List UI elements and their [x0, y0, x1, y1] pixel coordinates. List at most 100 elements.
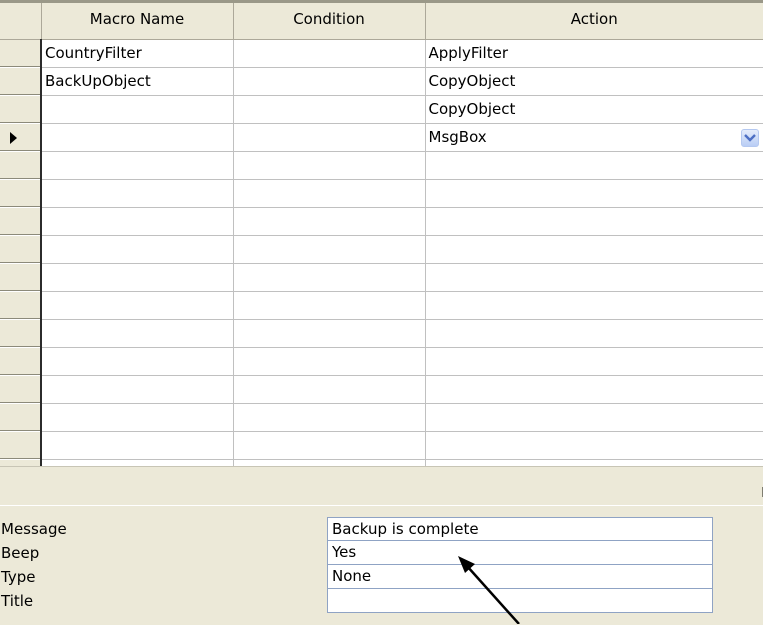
macro-table: Macro Name Condition Action CountryFilte…	[0, 0, 763, 466]
condition-cell[interactable]	[232, 95, 425, 124]
table-row[interactable]: MsgBox	[0, 123, 763, 152]
argument-row-message: Message Backup is complete	[0, 517, 763, 541]
table-row[interactable]: BackUpObject CopyObject	[0, 67, 763, 96]
action-cell[interactable]	[424, 347, 763, 376]
type-field[interactable]: None	[327, 565, 713, 589]
action-cell[interactable]	[424, 151, 763, 180]
argument-label: Message	[1, 520, 67, 538]
beep-field[interactable]: Yes	[327, 541, 713, 565]
table-row[interactable]	[0, 347, 763, 376]
action-value: CopyObject	[428, 100, 516, 118]
column-header-condition[interactable]: Condition	[232, 0, 425, 40]
message-field[interactable]: Backup is complete	[327, 517, 713, 541]
condition-cell[interactable]	[232, 207, 425, 236]
macro-name-cell[interactable]	[40, 263, 233, 292]
condition-cell[interactable]	[232, 123, 425, 152]
row-selector[interactable]	[0, 151, 42, 180]
condition-cell[interactable]	[232, 179, 425, 208]
macro-name-cell[interactable]	[40, 347, 233, 376]
table-row[interactable]	[0, 179, 763, 208]
table-row[interactable]	[0, 319, 763, 348]
row-selector[interactable]	[0, 263, 42, 292]
condition-cell[interactable]	[232, 431, 425, 460]
column-header-macro-name[interactable]: Macro Name	[40, 0, 233, 40]
row-selector[interactable]	[0, 207, 42, 236]
macro-name-cell[interactable]: BackUpObject	[40, 67, 233, 96]
macro-name-cell[interactable]	[40, 319, 233, 348]
action-cell[interactable]	[424, 431, 763, 460]
action-cell[interactable]: CopyObject	[424, 67, 763, 96]
macro-name-cell[interactable]	[40, 375, 233, 404]
column-header-action[interactable]: Action	[424, 0, 763, 40]
macro-name-cell[interactable]	[40, 431, 233, 460]
chevron-down-icon	[744, 134, 756, 142]
macro-name-cell[interactable]	[40, 235, 233, 264]
row-selector[interactable]	[0, 67, 42, 96]
row-selector[interactable]	[0, 179, 42, 208]
argument-row-beep: Beep Yes	[0, 541, 763, 565]
row-selector[interactable]	[0, 95, 42, 124]
row-selector[interactable]	[0, 39, 42, 68]
action-cell[interactable]	[424, 179, 763, 208]
row-selector[interactable]	[0, 347, 42, 376]
row-selector[interactable]	[0, 123, 42, 152]
row-selector[interactable]	[0, 291, 42, 320]
condition-cell[interactable]	[232, 235, 425, 264]
corner-selector[interactable]	[0, 0, 41, 40]
title-field[interactable]	[327, 589, 713, 613]
row-selector[interactable]	[0, 431, 42, 460]
macro-name-cell[interactable]	[40, 179, 233, 208]
action-cell[interactable]: MsgBox	[424, 123, 763, 152]
table-row[interactable]: CopyObject	[0, 95, 763, 124]
row-selector[interactable]	[0, 403, 42, 432]
table-row[interactable]	[0, 403, 763, 432]
table-row[interactable]	[0, 263, 763, 292]
action-arguments-pane: Message Backup is complete Beep Yes Type…	[0, 505, 763, 625]
argument-label: Title	[1, 592, 34, 610]
condition-cell[interactable]	[232, 39, 425, 68]
action-cell[interactable]	[424, 263, 763, 292]
macro-name-cell[interactable]	[40, 207, 233, 236]
row-selector[interactable]	[0, 375, 42, 404]
table-row[interactable]	[0, 431, 763, 460]
action-dropdown-button[interactable]	[741, 129, 759, 147]
macro-name-cell[interactable]: CountryFilter	[40, 39, 233, 68]
action-cell[interactable]	[424, 375, 763, 404]
macro-name-cell[interactable]	[40, 123, 233, 152]
condition-cell[interactable]	[232, 151, 425, 180]
action-cell[interactable]	[424, 319, 763, 348]
condition-cell[interactable]	[232, 67, 425, 96]
action-cell[interactable]	[424, 235, 763, 264]
pane-divider[interactable]	[0, 466, 763, 505]
action-cell[interactable]	[424, 403, 763, 432]
table-row[interactable]	[0, 151, 763, 180]
action-value: CopyObject	[428, 72, 516, 90]
table-row[interactable]	[0, 375, 763, 404]
table-row[interactable]	[0, 291, 763, 320]
macro-name-cell[interactable]	[40, 151, 233, 180]
macro-name-cell[interactable]	[40, 291, 233, 320]
condition-cell[interactable]	[232, 403, 425, 432]
action-cell[interactable]: CopyObject	[424, 95, 763, 124]
condition-cell[interactable]	[232, 375, 425, 404]
row-selector[interactable]	[0, 319, 42, 348]
action-cell[interactable]	[424, 207, 763, 236]
argument-row-title: Title	[0, 589, 763, 613]
macro-design-grid: Macro Name Condition Action CountryFilte…	[0, 0, 763, 466]
action-cell[interactable]	[424, 291, 763, 320]
argument-row-type: Type None	[0, 565, 763, 589]
condition-cell[interactable]	[232, 347, 425, 376]
condition-cell[interactable]	[232, 263, 425, 292]
table-row[interactable]: CountryFilter ApplyFilter	[0, 39, 763, 68]
condition-cell[interactable]	[232, 319, 425, 348]
macro-name-cell[interactable]	[40, 403, 233, 432]
action-cell[interactable]: ApplyFilter	[424, 39, 763, 68]
action-value: ApplyFilter	[428, 44, 509, 62]
header-row: Macro Name Condition Action	[0, 0, 763, 40]
row-pointer-icon	[10, 132, 17, 144]
table-row[interactable]	[0, 207, 763, 236]
macro-name-cell[interactable]	[40, 95, 233, 124]
condition-cell[interactable]	[232, 291, 425, 320]
row-selector[interactable]	[0, 235, 42, 264]
table-row[interactable]	[0, 235, 763, 264]
